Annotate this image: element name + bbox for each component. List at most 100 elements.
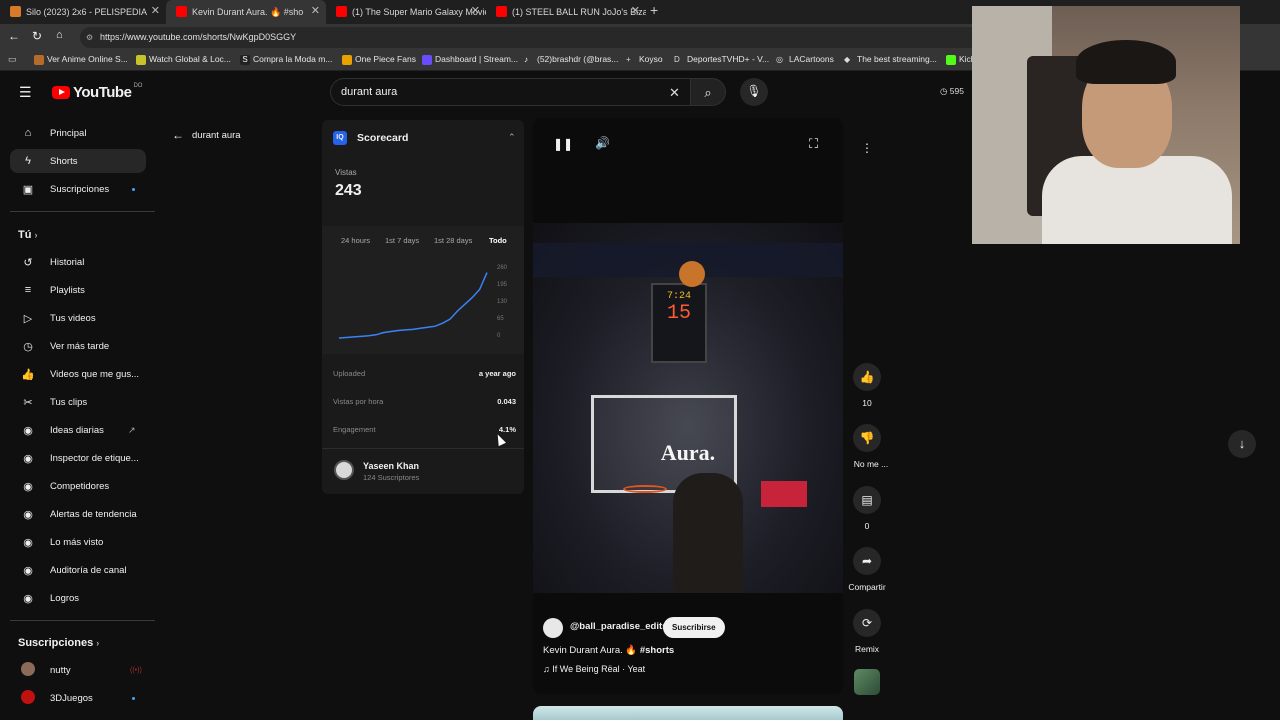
sidebar-item-ver-mas-tarde[interactable]: ◷ Ver más tarde: [10, 334, 146, 358]
sidebar-item-auditoria[interactable]: ◉ Auditoría de canal: [10, 558, 146, 582]
tab-mario[interactable]: (1) The Super Mario Galaxy Movie ✕: [326, 0, 486, 24]
subscribe-button[interactable]: Suscribirse: [663, 617, 725, 638]
tab-jojo[interactable]: (1) STEEL BALL RUN JoJo's Bizarre ✕: [486, 0, 646, 24]
channel-name[interactable]: Yaseen Khan: [363, 461, 419, 471]
bookmark[interactable]: Dashboard | Stream...: [422, 54, 518, 65]
music-line[interactable]: ♫ If We Being Rëal · Yeat: [543, 664, 645, 674]
subscriptions-icon: ▣: [22, 183, 34, 196]
tab-kevin-durant[interactable]: Kevin Durant Aura. 🔥 #sho ✕: [166, 0, 326, 24]
vidiq-icon: ◉: [23, 536, 33, 549]
shot-clock: 7:24 15: [651, 283, 707, 363]
video-channel-name[interactable]: @ball_paradise_edits: [570, 621, 667, 632]
hashtag-link[interactable]: #shorts: [640, 645, 674, 656]
search-input[interactable]: durant aura ✕: [330, 78, 690, 106]
shorts-video-player[interactable]: 7:24 15 Aura. ❚❚ 🔊 ⛶ @ball_paradise_edit…: [533, 118, 843, 694]
sidebar-item-principal[interactable]: ⌂ Principal: [10, 121, 146, 145]
vidiq-icon: ◉: [23, 452, 33, 465]
header-badge[interactable]: ◷ 595: [940, 86, 964, 97]
sidebar-item-liked-videos[interactable]: 👍 Videos que me gus...: [10, 362, 146, 386]
sidebar-item-playlists[interactable]: ≡ Playlists: [10, 278, 146, 302]
mic-icon: 🎙: [746, 84, 762, 98]
bookmark[interactable]: Watch Global & Loc...: [136, 54, 231, 65]
bookmark[interactable]: Ver Anime Online S...: [34, 54, 128, 65]
back-arrow-icon[interactable]: ←: [8, 29, 20, 43]
home-icon[interactable]: ⌂: [56, 29, 63, 41]
sidebar-item-suscripciones[interactable]: ▣ Suscripciones: [10, 177, 146, 201]
share-button[interactable]: ➦: [853, 547, 881, 575]
new-tab-icon[interactable]: +: [650, 2, 658, 18]
sidebar-divider: [10, 620, 155, 621]
bookmark[interactable]: ◎ LACartoons: [776, 54, 834, 64]
sidebar-sub-nutty[interactable]: nutty ((•)): [10, 658, 146, 682]
like-button[interactable]: 👍: [853, 363, 881, 391]
video-overlay-text: Aura.: [660, 440, 716, 465]
reload-icon[interactable]: ↻: [32, 29, 42, 43]
views-series-line: [338, 272, 488, 339]
playlists-icon: ≡: [24, 284, 32, 296]
site-info-icon[interactable]: ⚙: [86, 27, 93, 48]
bookmark[interactable]: Kick: [946, 54, 975, 65]
arrow-down-icon: ↓: [1238, 436, 1246, 451]
clear-search-icon[interactable]: ✕: [669, 79, 680, 106]
fullscreen-icon[interactable]: ⛶: [809, 136, 818, 152]
tiktok-icon: ♪: [524, 55, 528, 64]
sidebar-item-alertas[interactable]: ◉ Alertas de tendencia: [10, 502, 146, 526]
sidebar-you-heading[interactable]: Tú ›: [18, 229, 38, 241]
back-arrow-icon: ←: [172, 128, 184, 142]
sidebar-item-tus-videos[interactable]: ▷ Tus videos: [10, 306, 146, 330]
sidebar-item-logros[interactable]: ◉ Logros: [10, 586, 146, 610]
back-to-search[interactable]: ← durant aura: [172, 128, 241, 142]
range-tab-todo[interactable]: Todo: [489, 236, 507, 245]
sidebar-item-historial[interactable]: ↺ Historial: [10, 250, 146, 274]
search-button[interactable]: ⌕: [690, 78, 726, 106]
video-frame: 7:24 15: [533, 223, 843, 593]
channel-avatar[interactable]: [543, 618, 563, 638]
sidebar-item-shorts[interactable]: ϟ Shorts: [10, 149, 146, 173]
youtube-favicon-icon: [176, 6, 187, 17]
sound-thumbnail[interactable]: [854, 669, 880, 695]
search-icon: ⌕: [704, 85, 712, 100]
sidebar-item-competidores[interactable]: ◉ Competidores: [10, 474, 146, 498]
close-tab-icon[interactable]: ✕: [311, 4, 320, 17]
views-label: Vistas: [335, 168, 357, 177]
range-tab-24h[interactable]: 24 hours: [341, 236, 370, 245]
tab-silo[interactable]: Silo (2023) 2x6 - PELISPEDIA ✕: [0, 0, 166, 24]
address-bar[interactable]: ⚙ https://www.youtube.com/shorts/NwKgpD0…: [80, 27, 980, 48]
sidebar-item-lo-mas-visto[interactable]: ◉ Lo más visto: [10, 530, 146, 554]
close-tab-icon[interactable]: ✕: [471, 4, 480, 17]
vidiq-icon: ◉: [23, 508, 33, 521]
sidebar-item-ideas-diarias[interactable]: ◉ Ideas diarias ↗: [10, 418, 146, 442]
sidebar-subscriptions-heading[interactable]: Suscripciones ›: [18, 637, 99, 649]
channel-subs: 124 Suscriptores: [363, 473, 420, 482]
bookmark[interactable]: ◆ The best streaming...: [844, 54, 937, 64]
collapse-icon[interactable]: ⌃: [508, 132, 516, 143]
apps-icon[interactable]: ▭: [8, 54, 17, 65]
voice-search-button[interactable]: 🎙: [740, 78, 768, 106]
menu-icon[interactable]: ☰: [19, 84, 32, 101]
youtube-play-icon: [52, 86, 70, 99]
pause-icon[interactable]: ❚❚: [553, 137, 573, 151]
range-tab-7d[interactable]: 1st 7 days: [385, 236, 419, 245]
range-tab-28d[interactable]: 1st 28 days: [434, 236, 472, 245]
close-tab-icon[interactable]: ✕: [151, 4, 160, 17]
next-short-preview[interactable]: [533, 706, 843, 720]
bookmark[interactable]: ♪ (52)brashdr (@bras...: [524, 54, 618, 64]
next-video-button[interactable]: ↓: [1228, 430, 1256, 458]
address-url: https://www.youtube.com/shorts/NwKgpD0SG…: [100, 32, 297, 42]
bookmark[interactable]: + Koyso: [626, 54, 663, 64]
dislike-button[interactable]: 👎: [853, 424, 881, 452]
bookmark[interactable]: S Compra la Moda m...: [240, 54, 332, 65]
remix-button[interactable]: ⟳: [853, 609, 881, 637]
sidebar-item-tus-clips[interactable]: ✂ Tus clips: [10, 390, 146, 414]
volume-icon[interactable]: 🔊: [595, 136, 610, 150]
channel-avatar[interactable]: [334, 460, 354, 480]
shorts-icon: ϟ: [25, 155, 31, 167]
youtube-logo[interactable]: YouTube DO: [52, 83, 142, 101]
close-tab-icon[interactable]: ✕: [631, 4, 640, 17]
bookmark[interactable]: D DeportesTVHD+ - V...: [674, 54, 769, 64]
bookmark[interactable]: One Piece Fans: [342, 54, 416, 65]
sidebar-sub-3djuegos[interactable]: 3DJuegos: [10, 686, 146, 710]
comments-button[interactable]: ▤: [853, 486, 881, 514]
more-options-icon[interactable]: ⋮: [853, 134, 881, 162]
sidebar-item-inspector[interactable]: ◉ Inspector de etique...: [10, 446, 146, 470]
